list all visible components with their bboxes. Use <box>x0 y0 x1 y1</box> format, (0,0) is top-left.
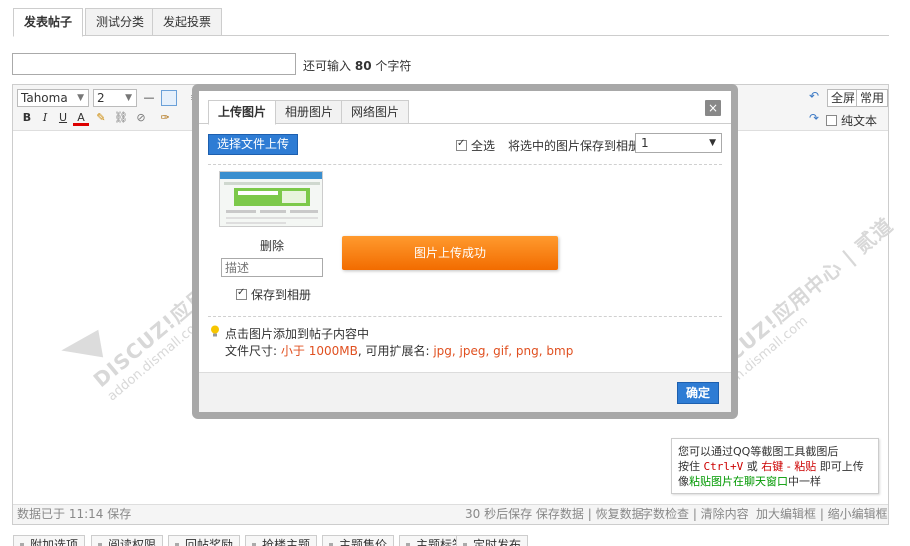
underline-icon[interactable]: U <box>55 110 71 126</box>
extension-value: jpg, jpeg, gif, png, bmp <box>433 344 574 358</box>
select-all-checkbox[interactable] <box>456 138 467 151</box>
tab-extra-options[interactable]: 附加选项 <box>13 535 86 546</box>
plain-text-checkbox[interactable] <box>826 115 837 126</box>
tab-label: 定时发布 <box>473 538 522 546</box>
tab-floor-grab[interactable]: 抢楼主题 <box>245 535 318 546</box>
divider <box>208 316 722 317</box>
autosave-links[interactable]: 30 秒后保存 保存数据 | 恢复数据 <box>465 505 644 524</box>
italic-icon[interactable]: I <box>37 110 53 126</box>
tab-web-image[interactable]: 网络图片 <box>341 100 410 124</box>
post-options-tabs: 附加选项 阅读权限 回帖奖励 抢楼主题 主题售价 主题标签 定时发布 <box>13 535 893 546</box>
tip-green-text: 粘贴图片在聊天窗口 <box>689 475 788 488</box>
thumbnail-preview-icon <box>220 172 322 226</box>
divider <box>208 164 722 165</box>
delete-image-link[interactable]: 删除 <box>260 237 284 254</box>
table-icon[interactable] <box>161 90 177 106</box>
file-limit-hint: 文件尺寸: 小于 1000MB, 可用扩展名: jpg, jpeg, gif, … <box>225 342 573 359</box>
undo-icon[interactable]: ↶ <box>809 89 819 103</box>
tip-right-click: 右键 - 粘贴 <box>761 460 817 473</box>
album-select[interactable]: 1 ▼ <box>635 133 722 153</box>
editor-status-bar: 数据已于 11:14 保存 30 秒后保存 保存数据 | 恢复数据 字数检查 |… <box>13 504 888 524</box>
tab-label: 阅读权限 <box>108 538 157 546</box>
hint-prefix: 还可输入 <box>303 59 352 73</box>
tip-line-3: 像粘贴图片在聊天窗口中一样 <box>678 474 872 489</box>
save-to-album-label: 将选中的图片保存到相册: <box>508 139 645 153</box>
choose-file-upload-button[interactable]: 选择文件上传 <box>208 134 298 155</box>
file-size-label: 文件尺寸: <box>225 344 278 358</box>
post-type-tabs: 发表帖子 测试分类 发起投票 <box>13 8 889 37</box>
chevron-down-icon: ▼ <box>77 93 84 103</box>
font-family-select[interactable]: Tahoma ▼ <box>17 89 89 107</box>
tip-text: 按住 <box>678 460 700 473</box>
font-size-value: 2 <box>97 91 105 105</box>
dialog-footer: 确定 <box>199 372 731 412</box>
upload-success-bar: 图片上传成功 <box>342 236 558 270</box>
saved-time-text: 数据已于 11:14 保存 <box>17 507 132 521</box>
link-icon[interactable]: ⛓ <box>113 110 129 126</box>
tab-label: 回帖奖励 <box>185 538 234 546</box>
uploaded-image-thumbnail[interactable] <box>219 171 323 227</box>
select-all-toggle[interactable]: 全选 <box>456 137 495 154</box>
bold-icon[interactable]: B <box>19 110 35 126</box>
hint-count: 80 <box>354 59 372 73</box>
confirm-button[interactable]: 确定 <box>677 382 719 404</box>
font-size-select[interactable]: 2 ▼ <box>93 89 137 107</box>
extension-label: , 可用扩展名: <box>357 344 430 358</box>
tab-label: 附加选项 <box>30 538 79 546</box>
image-description-input[interactable] <box>221 258 323 277</box>
tip-text: 像 <box>678 475 689 488</box>
resize-editor-links[interactable]: 加大编辑框 | 缩小编辑框 <box>756 505 888 524</box>
highlight-icon[interactable]: ✎ <box>93 110 109 126</box>
chevron-down-icon: ▼ <box>709 138 716 148</box>
subject-char-hint: 还可输入 80 个字符 <box>303 57 411 74</box>
tab-album-image[interactable]: 相册图片 <box>275 100 344 124</box>
save-to-album-text: 保存到相册 <box>251 288 312 302</box>
tip-text: 或 <box>746 460 758 473</box>
font-family-value: Tahoma <box>21 91 68 105</box>
font-color-icon[interactable]: A <box>73 110 89 126</box>
tab-label: 主题售价 <box>339 538 388 546</box>
plain-text-label: 纯文本 <box>841 114 878 128</box>
subject-input[interactable] <box>12 53 296 75</box>
tab-thread-price[interactable]: 主题售价 <box>322 535 395 546</box>
tab-new-poll[interactable]: 发起投票 <box>152 8 223 36</box>
chevron-down-icon: ▼ <box>125 93 132 103</box>
hint-suffix: 个字符 <box>375 59 412 73</box>
format-brush-icon[interactable]: ✑ <box>157 110 173 126</box>
album-select-value: 1 <box>641 136 649 150</box>
post-editor-page: 发表帖子 测试分类 发起投票 还可输入 80 个字符 Tahoma ▼ 2 ▼ — … <box>0 0 910 546</box>
plain-text-toggle[interactable]: 纯文本 <box>826 112 877 129</box>
tab-test-category[interactable]: 测试分类 <box>85 8 156 36</box>
tab-reply-reward[interactable]: 回帖奖励 <box>168 535 241 546</box>
lightbulb-icon <box>211 325 219 337</box>
tab-upload-image[interactable]: 上传图片 <box>208 100 277 125</box>
word-check-links[interactable]: 字数检查 | 清除内容 <box>641 505 749 524</box>
save-to-album-checkbox[interactable] <box>236 287 247 300</box>
unlink-icon[interactable]: ⊘ <box>133 110 149 126</box>
image-upload-dialog: 上传图片 相册图片 网络图片 × 选择文件上传 全选 将选中的图片保存到相册: … <box>199 91 731 412</box>
tab-new-post[interactable]: 发表帖子 <box>13 8 84 37</box>
click-to-insert-hint: 点击图片添加到帖子内容中 <box>225 327 370 341</box>
close-icon[interactable]: × <box>705 100 721 116</box>
tab-label: 抢楼主题 <box>262 538 311 546</box>
paste-screenshot-tip: 您可以通过QQ等截图工具截图后 按住 Ctrl+V 或 右键 - 粘贴 即可上传… <box>671 438 879 494</box>
tip-text: 中一样 <box>788 475 821 488</box>
file-size-value: 小于 1000MB <box>280 344 358 358</box>
fullscreen-button[interactable]: 全屏 <box>827 89 860 107</box>
tab-scheduled-publish[interactable]: 定时发布 <box>456 535 529 546</box>
select-all-label: 全选 <box>471 139 496 153</box>
save-to-album-toggle[interactable]: 保存到相册 <box>236 286 311 303</box>
redo-icon[interactable]: ↷ <box>809 111 819 125</box>
tip-shortcut: Ctrl+V <box>703 460 744 473</box>
tip-line-2: 按住 Ctrl+V 或 右键 - 粘贴 即可上传 <box>678 459 872 474</box>
horizontal-rule-icon[interactable]: — <box>141 90 157 106</box>
tip-text: 即可上传 <box>819 460 864 473</box>
common-mode-button[interactable]: 常用 <box>856 89 888 107</box>
dialog-tabs: 上传图片 相册图片 网络图片 <box>199 91 731 125</box>
tip-line-1: 您可以通过QQ等截图工具截图后 <box>678 445 839 458</box>
watermark-arrow-icon <box>58 329 104 365</box>
tab-read-permission[interactable]: 阅读权限 <box>91 535 164 546</box>
